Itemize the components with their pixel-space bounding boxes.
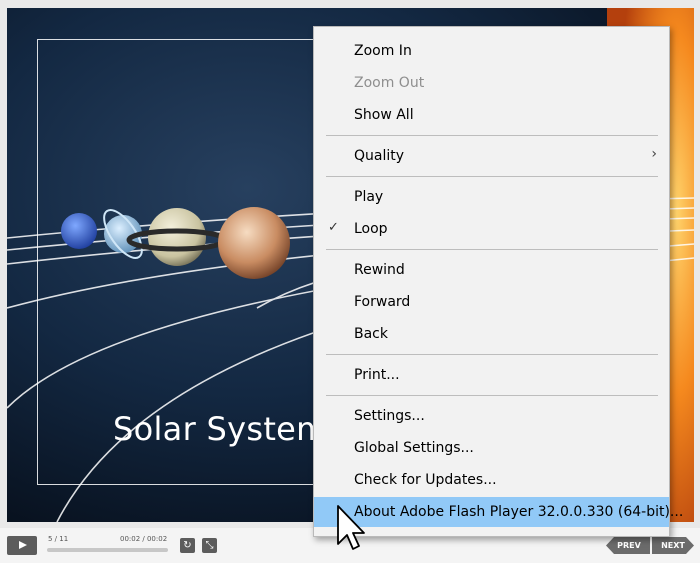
time-display: 00:02 / 00:02 [120,535,168,543]
menu-separator [326,176,658,177]
menu-separator [326,135,658,136]
fullscreen-icon[interactable]: ⤡ [202,538,217,553]
menu-item-back[interactable]: Back [314,319,669,349]
slide-title: Solar System [113,410,328,448]
menu-item-rewind[interactable]: Rewind [314,255,669,285]
menu-separator [326,395,658,396]
menu-separator [326,354,658,355]
menu-item-global-settings[interactable]: Global Settings... [314,433,669,463]
play-button[interactable] [7,536,37,555]
menu-item-about[interactable]: About Adobe Flash Player 32.0.0.330 (64-… [314,497,683,527]
menu-separator [326,249,658,250]
menu-item-print[interactable]: Print... [314,360,669,390]
menu-item-check-updates[interactable]: Check for Updates... [314,465,669,495]
menu-item-zoom-out: Zoom Out [354,75,425,91]
menu-item-settings[interactable]: Settings... [314,401,669,431]
prev-button[interactable]: PREV [606,537,650,554]
menu-item-loop[interactable]: ✓ Loop [314,214,669,244]
menu-item-show-all[interactable]: Show All [314,100,669,130]
menu-item-forward[interactable]: Forward [314,287,669,317]
chevron-right-icon: › [651,146,657,162]
checkmark-icon: ✓ [328,220,339,235]
slide-counter: 5 / 11 [48,535,69,543]
replay-icon[interactable]: ↻ [180,538,195,553]
menu-item-quality[interactable]: Quality › [314,141,669,171]
menu-item-play[interactable]: Play [314,182,669,212]
next-button[interactable]: NEXT [652,537,694,554]
menu-item-zoom-in[interactable]: Zoom In [314,36,669,66]
progress-track[interactable] [47,548,168,552]
flash-player-window: Solar System 5 / 11 00:02 / 00:02 ↻ ⤡ PR… [0,0,700,563]
mouse-cursor-icon [337,505,365,550]
context-menu: Zoom In Zoom Out Show All Quality › Play… [313,26,683,537]
